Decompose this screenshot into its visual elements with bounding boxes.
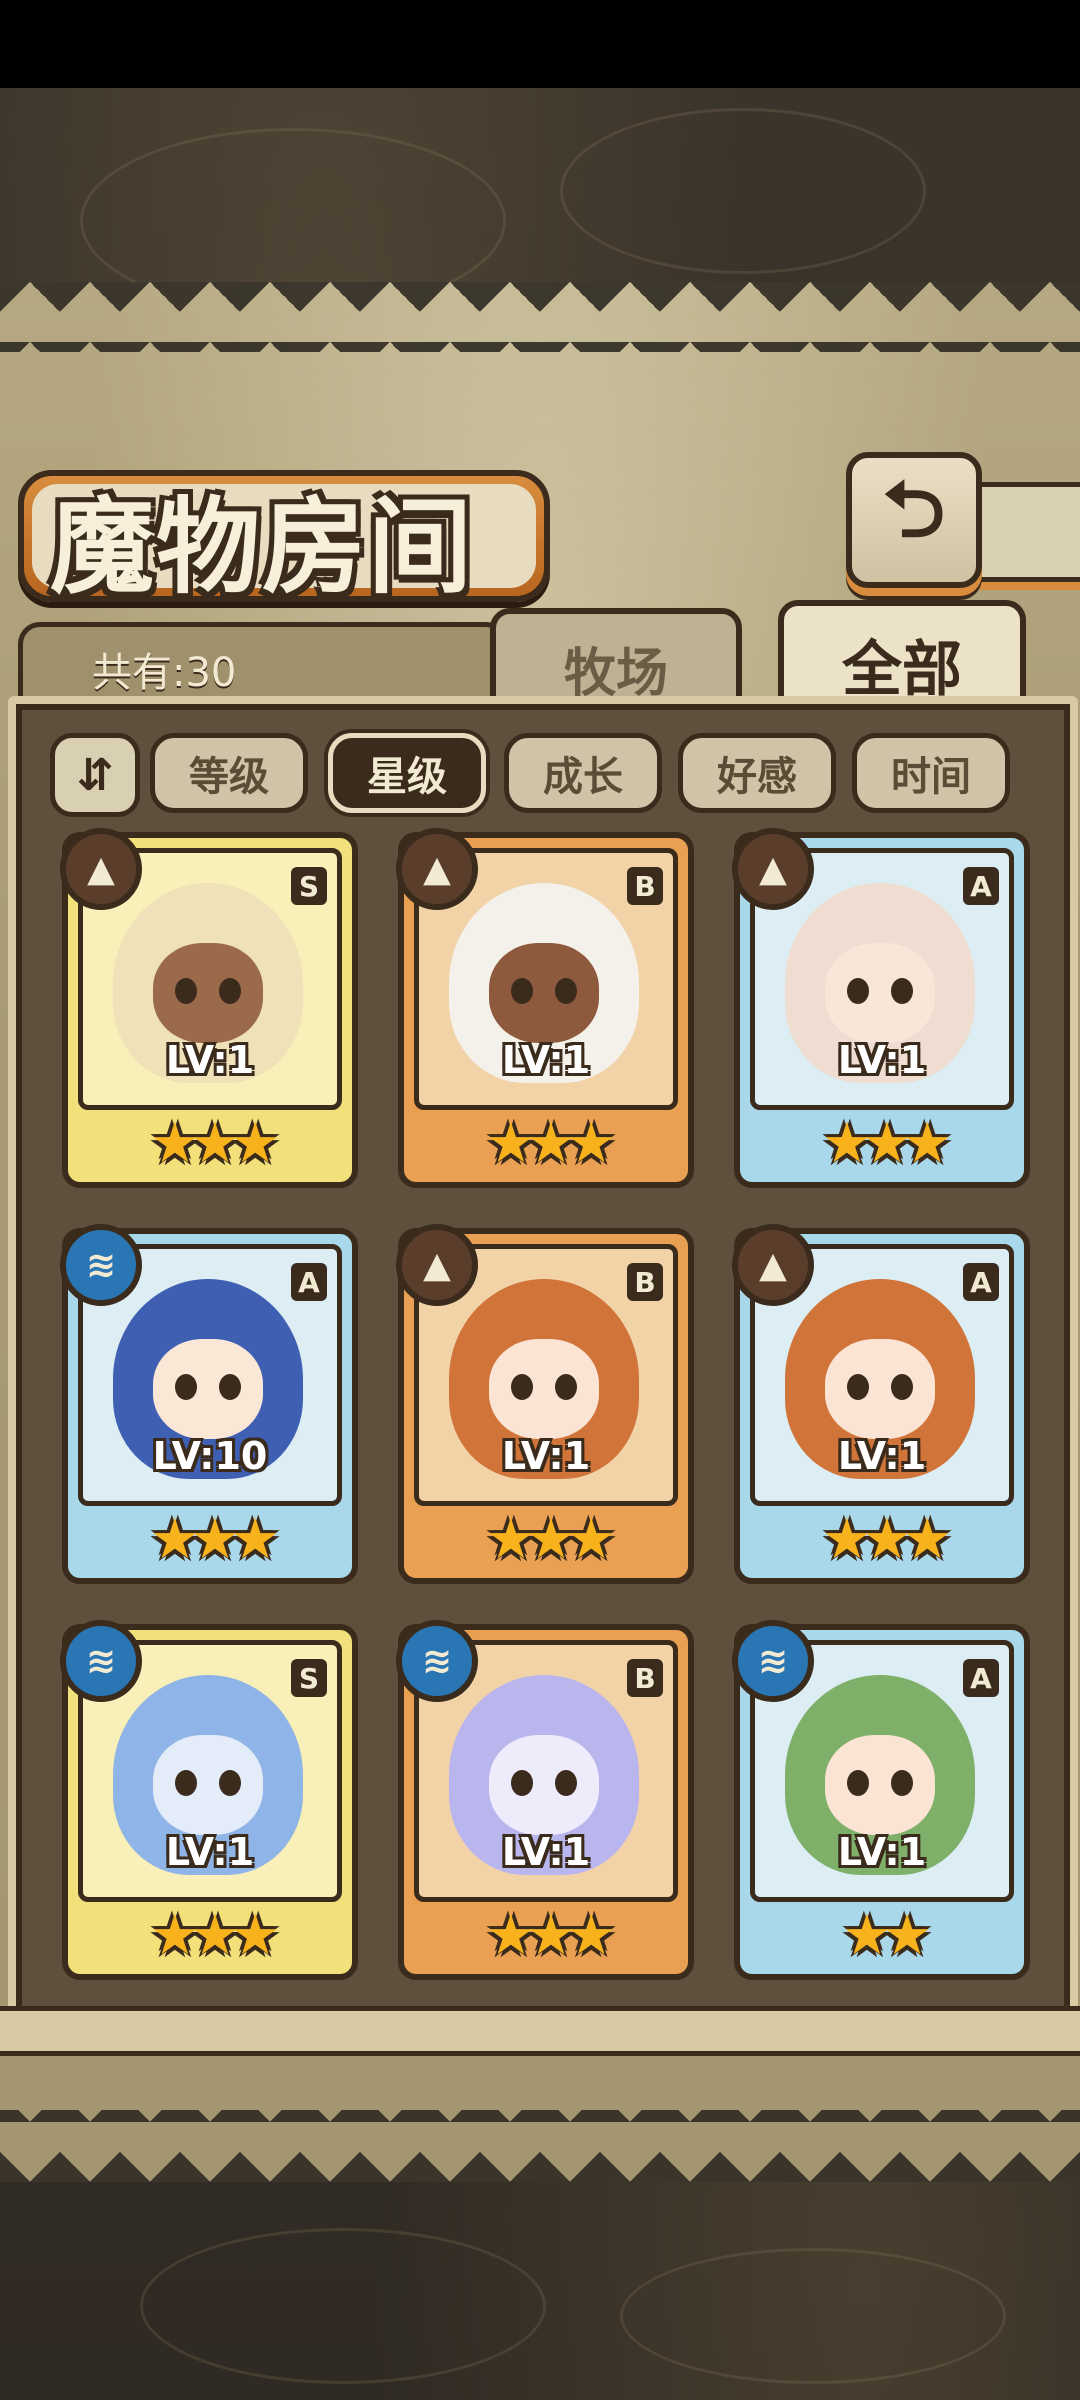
monster-face (153, 1339, 263, 1439)
monster-eye (891, 978, 913, 1004)
star-rating: ★★ (841, 1903, 932, 1968)
back-arrow-icon: ⮌ (882, 465, 946, 555)
monster-card[interactable]: A LV:1 ★★★ ▲ (732, 1224, 1030, 1584)
monster-level: LV:1 (501, 1434, 591, 1478)
monster-face (825, 1339, 935, 1439)
mountain-icon: ▲ (732, 1224, 814, 1306)
monster-face (825, 1735, 935, 1835)
monster-eye (847, 1770, 869, 1796)
map-line (140, 2228, 546, 2384)
monster-card[interactable]: B LV:1 ★★★ ▲ (396, 828, 694, 1188)
monster-eye (175, 978, 197, 1004)
rank-badge: S (291, 867, 327, 905)
monster-eye (555, 1374, 577, 1400)
water-wave-icon: ≋ (396, 1620, 478, 1702)
monster-face (153, 943, 263, 1043)
star-rating: ★★★ (821, 1111, 953, 1176)
monster-eye (511, 1374, 533, 1400)
water-wave-icon: ≋ (60, 1620, 142, 1702)
rank-badge: A (291, 1263, 327, 1301)
page-title: 魔物房间 (50, 485, 475, 608)
monster-face (489, 1735, 599, 1835)
star-rating: ★★★ (485, 1903, 617, 1968)
sort-toggle-button[interactable]: ⇵ (50, 733, 140, 817)
back-button[interactable]: ⮌ (846, 452, 982, 588)
sort-growth-button[interactable]: 成长 (504, 733, 662, 813)
mountain-icon: ▲ (60, 828, 142, 910)
sort-toggle-icon: ⇵ (76, 749, 114, 801)
monster-eye (555, 1770, 577, 1796)
map-line (620, 2248, 1006, 2384)
sort-star-button[interactable]: 星级 (328, 733, 486, 813)
monster-eye (219, 1374, 241, 1400)
monster-face (825, 943, 935, 1043)
monster-eye (219, 978, 241, 1004)
monster-eye (175, 1770, 197, 1796)
monster-card[interactable]: S LV:1 ★★★ ▲ (60, 828, 358, 1188)
sort-level-button[interactable]: 等级 (150, 733, 308, 813)
monster-level: LV:1 (837, 1830, 927, 1874)
monster-eye (847, 978, 869, 1004)
zigzag-border-top (0, 282, 1080, 352)
monster-card[interactable]: B LV:1 ★★★ ▲ (396, 1224, 694, 1584)
monster-card[interactable]: A LV:10 ★★★ ≋ (60, 1224, 358, 1584)
sort-time-button[interactable]: 时间 (852, 733, 1010, 813)
water-wave-icon: ≋ (732, 1620, 814, 1702)
monster-card[interactable]: B LV:1 ★★★ ≋ (396, 1620, 694, 1980)
map-line (560, 108, 926, 274)
sort-affection-button[interactable]: 好感 (678, 733, 836, 813)
monster-level: LV:1 (837, 1434, 927, 1478)
monster-eye (555, 978, 577, 1004)
monster-face (489, 1339, 599, 1439)
mountain-icon: ▲ (396, 828, 478, 910)
rank-badge: A (963, 1263, 999, 1301)
monster-eye (891, 1770, 913, 1796)
rank-badge: B (627, 1659, 663, 1697)
monster-face (489, 943, 599, 1043)
rank-badge: B (627, 867, 663, 905)
monster-eye (511, 978, 533, 1004)
monster-eye (219, 1770, 241, 1796)
monster-level: LV:1 (837, 1038, 927, 1082)
monster-level: LV:1 (165, 1038, 255, 1082)
status-bar (0, 0, 1080, 88)
monster-count: 共有:30 (92, 650, 237, 696)
monster-card[interactable]: S LV:1 ★★★ ≋ (60, 1620, 358, 1980)
monster-eye (891, 1374, 913, 1400)
monster-card[interactable]: A LV:1 ★★ ≋ (732, 1620, 1030, 1980)
monster-level: LV:1 (501, 1830, 591, 1874)
star-rating: ★★★ (485, 1111, 617, 1176)
monster-level: LV:10 (152, 1434, 268, 1478)
monster-face (153, 1735, 263, 1835)
panel-bottom-rail (0, 2006, 1080, 2056)
monster-level: LV:1 (165, 1830, 255, 1874)
rank-badge: A (963, 1659, 999, 1697)
mountain-icon: ▲ (396, 1224, 478, 1306)
star-rating: ★★★ (149, 1903, 281, 1968)
mountain-icon: ▲ (732, 828, 814, 910)
monster-eye (511, 1770, 533, 1796)
monster-level: LV:1 (501, 1038, 591, 1082)
rank-badge: A (963, 867, 999, 905)
zigzag-border-bottom (0, 2110, 1080, 2182)
star-rating: ★★★ (821, 1507, 953, 1572)
rank-badge: B (627, 1263, 663, 1301)
star-rating: ★★★ (149, 1507, 281, 1572)
star-rating: ★★★ (149, 1111, 281, 1176)
rank-badge: S (291, 1659, 327, 1697)
star-rating: ★★★ (485, 1507, 617, 1572)
water-wave-icon: ≋ (60, 1224, 142, 1306)
monster-eye (175, 1374, 197, 1400)
monster-eye (847, 1374, 869, 1400)
monster-card[interactable]: A LV:1 ★★★ ▲ (732, 828, 1030, 1188)
